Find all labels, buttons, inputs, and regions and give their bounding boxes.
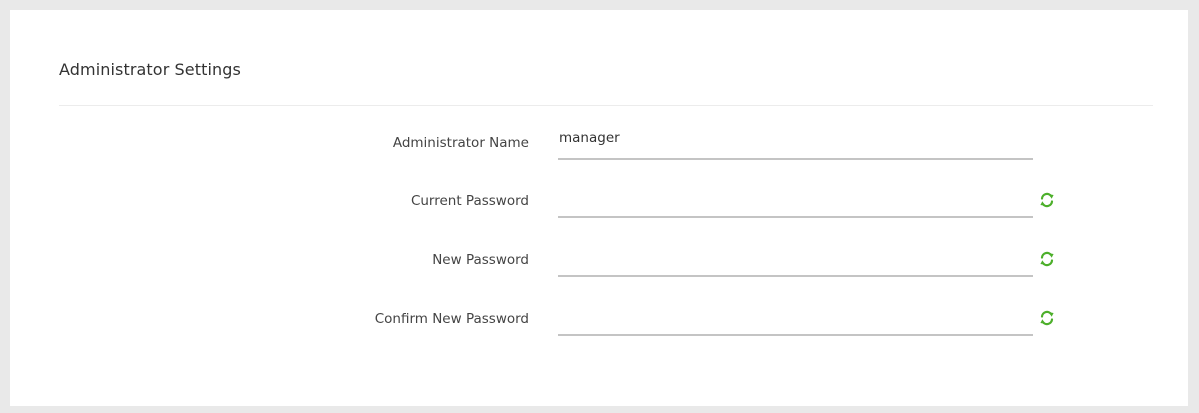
current-password-label: Current Password xyxy=(410,193,529,209)
confirm-password-row: Confirm New Password xyxy=(10,300,1188,340)
confirm-password-label: Confirm New Password xyxy=(374,311,529,327)
admin-name-row: Administrator Name xyxy=(10,124,1188,164)
admin-name-input[interactable] xyxy=(558,124,1033,160)
current-password-input[interactable] xyxy=(558,182,1033,218)
refresh-icon[interactable] xyxy=(1039,310,1055,326)
refresh-icon[interactable] xyxy=(1039,251,1055,267)
new-password-input[interactable] xyxy=(558,241,1033,277)
section-title: Administrator Settings xyxy=(59,60,241,79)
new-password-row: New Password xyxy=(10,241,1188,281)
title-divider xyxy=(59,105,1153,106)
confirm-password-input[interactable] xyxy=(558,300,1033,336)
refresh-icon[interactable] xyxy=(1039,192,1055,208)
current-password-row: Current Password xyxy=(10,182,1188,222)
admin-name-label: Administrator Name xyxy=(392,135,529,151)
new-password-label: New Password xyxy=(432,252,529,268)
admin-settings-card: Administrator Settings Administrator Nam… xyxy=(10,10,1188,406)
